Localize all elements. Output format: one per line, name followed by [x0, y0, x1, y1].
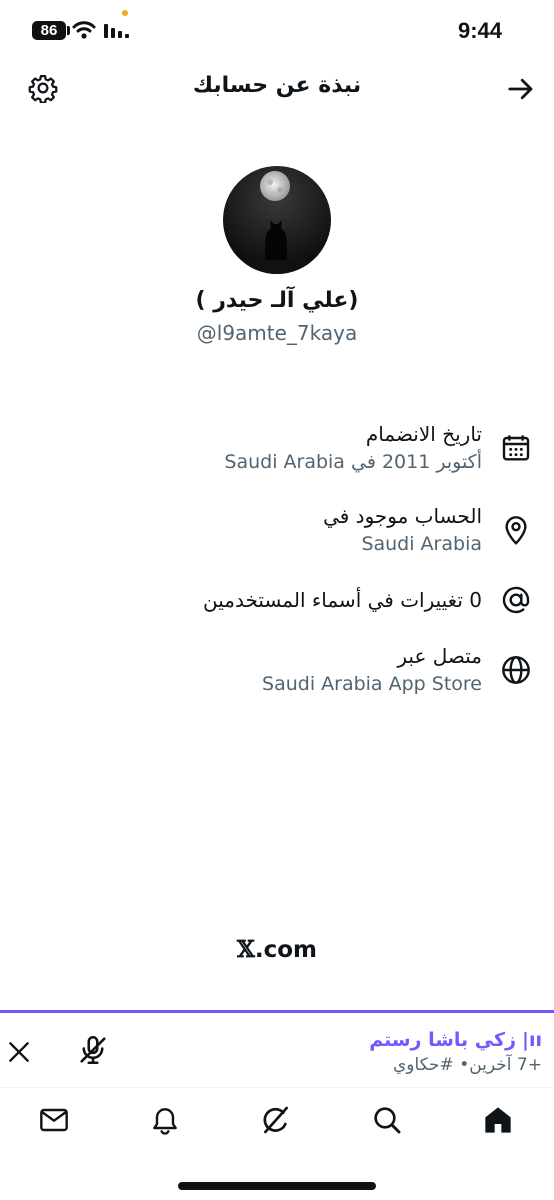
display-name: (علي آلـ حيدر ) — [195, 288, 359, 313]
space-subtitle: +7 آخرين• #حكاوي — [392, 1055, 542, 1075]
avatar[interactable] — [223, 166, 331, 274]
home-icon[interactable] — [482, 1104, 514, 1136]
x-logo: 𝕏 — [237, 936, 255, 963]
username-changes-label: 0 تغييرات في أسماء المستخدمين — [203, 588, 482, 612]
join-date-label: تاريخ الانضمام — [365, 422, 482, 446]
live-audio-icon: ıı| — [522, 1029, 542, 1051]
join-date-value: أكتوبر 2011 في Saudi Arabia — [224, 451, 482, 473]
status-bar: 86 9:44 — [0, 0, 554, 60]
username-handle: @l9amte_7kaya — [196, 321, 358, 345]
wifi-icon — [72, 21, 96, 39]
connected-via-label: متصل عبر — [397, 644, 482, 668]
status-time: 9:44 — [457, 18, 502, 43]
location-label: الحساب موجود في — [323, 504, 482, 528]
header: نبذة عن حسابك — [0, 60, 554, 120]
x-domain: .com — [254, 937, 317, 963]
privacy-indicator-dot — [122, 10, 128, 16]
bell-icon[interactable] — [149, 1104, 181, 1136]
calendar-icon — [502, 435, 530, 461]
page-title: نبذة عن حسابك — [192, 73, 362, 98]
grok-icon[interactable] — [260, 1104, 292, 1136]
microphone-muted-icon[interactable] — [76, 1033, 110, 1067]
battery-level: 86 — [40, 22, 58, 39]
cellular-signal-icon — [104, 24, 129, 38]
battery-indicator: 86 — [32, 21, 66, 40]
avatar-image — [223, 166, 331, 274]
close-icon[interactable] — [6, 1039, 32, 1065]
arrow-right-icon[interactable] — [506, 74, 536, 104]
space-host-label: زكي باشا رستم — [369, 1029, 517, 1051]
at-sign-icon — [502, 586, 530, 614]
search-icon[interactable] — [371, 1104, 403, 1136]
connected-via-value: Saudi Arabia App Store — [262, 673, 482, 695]
location-pin-icon — [505, 516, 527, 545]
home-indicator[interactable] — [178, 1182, 376, 1190]
space-host-name[interactable]: ıı|زكي باشا رستم — [369, 1029, 542, 1051]
x-brand-link[interactable]: 𝕏.com — [0, 936, 554, 963]
bottom-navigation — [0, 1090, 554, 1160]
mail-icon[interactable] — [38, 1104, 70, 1136]
battery-tip — [67, 26, 70, 35]
globe-icon — [502, 656, 530, 684]
spaces-dock[interactable]: ıı|زكي باشا رستم +7 آخرين• #حكاوي — [0, 1010, 554, 1088]
location-value: Saudi Arabia — [361, 533, 482, 555]
